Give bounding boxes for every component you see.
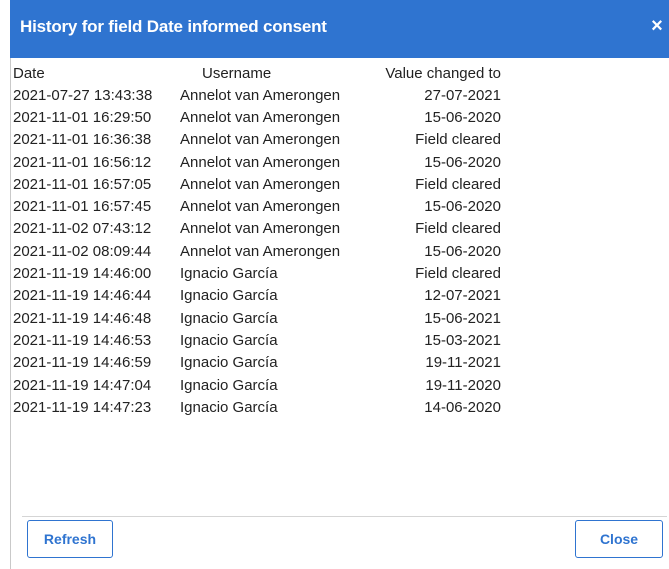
table-row: 2021-11-01 16:57:05 Annelot van Amerongen… [13,173,501,195]
footer-divider [22,516,667,517]
cell-username: Annelot van Amerongen [180,153,341,171]
column-header-username-label: Username [202,64,272,82]
cell-value: 19-11-2020 [425,376,501,394]
cell-username: Ignacio García [180,287,278,305]
cell-date: 2021-11-19 14:46:53 [13,331,152,349]
cell-value: 12-07-2021 [424,287,501,305]
cell-username: Annelot van Amerongen [180,131,341,149]
cell-value: Field cleared [415,220,501,238]
cell-username: Ignacio García [180,398,278,416]
cell-value: 27-07-2021 [424,86,501,104]
cell-username: Ignacio García [180,354,278,372]
cell-date: 2021-11-19 14:46:48 [13,309,152,327]
refresh-button[interactable]: Refresh [27,520,113,558]
table-row: 2021-11-19 14:47:23 Ignacio García 14-06-2… [13,396,501,418]
cell-value: Field cleared [415,131,501,149]
table-row: 2021-11-02 07:43:12 Annelot van Amerongen… [13,218,501,240]
cell-username: Annelot van Amerongen [180,175,341,193]
cell-date: 2021-07-27 13:43:38 [13,86,153,104]
table-row: 2021-11-01 16:36:38 Annelot van Amerongen… [13,129,501,151]
column-header-value: Value changed to [385,64,501,82]
cell-date: 2021-11-02 08:09:44 [13,242,152,260]
cell-username: Ignacio García [180,376,278,394]
cell-value: 15-06-2020 [424,153,501,171]
close-icon[interactable]: × [649,14,665,38]
cell-username: Annelot van Amerongen [180,86,341,104]
cell-value: 15-06-2020 [424,108,501,126]
cell-date: 2021-11-01 16:57:45 [13,198,152,216]
table-header-row: Date Username Value changed to [13,62,501,84]
column-header-date: Date [13,64,45,82]
cell-date: 2021-11-02 07:43:12 [13,220,152,238]
cell-date: 2021-11-01 16:57:05 [13,175,152,193]
history-dialog: History for field Date informed consent … [0,0,669,569]
cell-value: 15-03-2021 [424,331,501,349]
column-header-username: Username [180,62,367,84]
cell-username: Ignacio García [180,309,278,327]
table-row: 2021-11-01 16:56:12 Annelot van Amerongen… [13,151,501,173]
cell-value: 15-06-2021 [424,309,501,327]
close-button[interactable]: Close [575,520,663,558]
cell-date: 2021-11-19 14:47:23 [13,398,152,416]
cell-date: 2021-11-01 16:29:50 [13,108,152,126]
cell-username: Ignacio García [180,265,278,283]
cell-username: Annelot van Amerongen [180,242,341,260]
cell-username: Annelot van Amerongen [180,198,341,216]
history-table: Date Username Value changed to 2021-07-2… [13,62,501,418]
cell-username: Annelot van Amerongen [180,108,341,126]
table-row: 2021-11-19 14:46:53 Ignacio García 15-03-2… [13,329,501,351]
dialog-titlebar: History for field Date informed consent … [10,0,669,58]
cell-value: 15-06-2020 [424,242,501,260]
cell-value: 14-06-2020 [424,398,501,416]
dialog-title: History for field Date informed consent [20,17,327,36]
cell-value: Field cleared [415,265,501,283]
table-row: 2021-11-19 14:47:04 Ignacio García 19-11-2… [13,374,501,396]
cell-value: 15-06-2020 [424,198,501,216]
table-row: 2021-11-02 08:09:44 Annelot van Amerongen… [13,240,501,262]
cell-date: 2021-11-19 14:46:44 [13,287,152,305]
table-row: 2021-11-19 14:46:44 Ignacio García 12-07-2… [13,285,501,307]
table-row: 2021-11-01 16:57:45 Annelot van Amerongen… [13,195,501,217]
cell-username: Ignacio García [180,331,278,349]
cell-date: 2021-11-01 16:36:38 [13,131,152,149]
table-row: 2021-11-19 14:46:00 Ignacio García Field c… [13,262,501,284]
cell-date: 2021-11-19 14:47:04 [13,376,152,394]
cell-date: 2021-11-19 14:46:59 [13,354,152,372]
cell-date: 2021-11-01 16:56:12 [13,153,152,171]
cell-value: Field cleared [415,175,501,193]
cell-date: 2021-11-19 14:46:00 [13,265,152,283]
table-row: 2021-11-19 14:46:59 Ignacio García 19-11-2… [13,352,501,374]
history-table-body: 2021-07-27 13:43:38 Annelot van Amerongen… [13,84,501,418]
table-row: 2021-07-27 13:43:38 Annelot van Amerongen… [13,84,501,106]
cell-value: 19-11-2021 [425,354,501,372]
table-row: 2021-11-19 14:46:48 Ignacio García 15-06-2… [13,307,501,329]
table-row: 2021-11-01 16:29:50 Annelot van Amerongen… [13,106,501,128]
cell-username: Annelot van Amerongen [180,220,341,238]
